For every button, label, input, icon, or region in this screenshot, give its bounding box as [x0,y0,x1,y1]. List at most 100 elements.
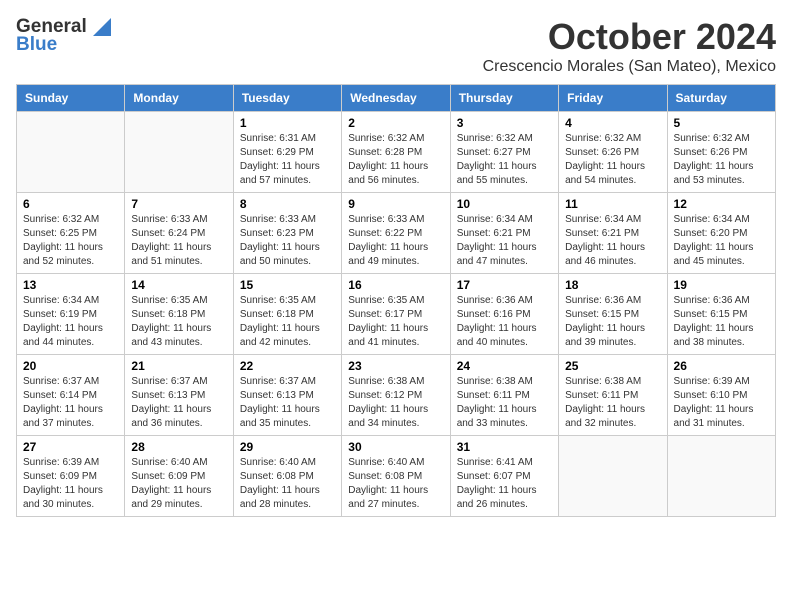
calendar-cell: 15 Sunrise: 6:35 AM Sunset: 6:18 PM Dayli… [233,274,341,355]
calendar-week: 13 Sunrise: 6:34 AM Sunset: 6:19 PM Dayli… [17,274,776,355]
calendar-cell [667,436,775,517]
day-number: 22 [240,359,335,373]
day-header: Wednesday [342,85,450,112]
day-number: 30 [348,440,443,454]
calendar-cell: 14Sunrise: 6:35 AM Sunset: 6:18 PM Dayli… [125,274,233,355]
day-number: 25 [565,359,660,373]
day-info: Sunrise: 6:32 AM Sunset: 6:28 PM Dayligh… [348,132,443,188]
calendar-body: 1Sunrise: 6:31 AM Sunset: 6:29 PM Daylig… [17,112,776,517]
title-area: October 2024 Crescencio Morales (San Mat… [483,16,776,76]
calendar-cell: 16Sunrise: 6:35 AM Sunset: 6:17 PM Dayli… [342,274,450,355]
day-info: Sunrise: 6:38 AM Sunset: 6:11 PM Dayligh… [457,375,552,431]
day-number: 6 [23,197,118,211]
day-info: Sunrise: 6:37 AM Sunset: 6:14 PM Dayligh… [23,375,118,431]
calendar-cell: 11 Sunrise: 6:34 AM Sunset: 6:21 PM Dayli… [559,193,667,274]
calendar-cell: 28Sunrise: 6:40 AM Sunset: 6:09 PM Dayli… [125,436,233,517]
calendar-week: 20 Sunrise: 6:37 AM Sunset: 6:14 PM Dayli… [17,355,776,436]
day-info: Sunrise: 6:37 AM Sunset: 6:13 PM Dayligh… [131,375,226,431]
day-number: 11 [565,197,660,211]
day-info: Sunrise: 6:40 AM Sunset: 6:08 PM Dayligh… [240,456,335,512]
calendar-cell: 7Sunrise: 6:33 AM Sunset: 6:24 PM Daylig… [125,193,233,274]
day-number: 17 [457,278,552,292]
day-info: Sunrise: 6:35 AM Sunset: 6:18 PM Dayligh… [240,294,335,350]
day-number: 27 [23,440,118,454]
day-number: 4 [565,116,660,130]
day-info: Sunrise: 6:37 AM Sunset: 6:13 PM Dayligh… [240,375,335,431]
day-info: Sunrise: 6:33 AM Sunset: 6:23 PM Dayligh… [240,213,335,269]
calendar-cell: 26 Sunrise: 6:39 AM Sunset: 6:10 PM Dayli… [667,355,775,436]
logo-blue: Blue [16,34,57,56]
day-number: 15 [240,278,335,292]
day-number: 1 [240,116,335,130]
day-number: 26 [674,359,769,373]
calendar-cell: 31 Sunrise: 6:41 AM Sunset: 6:07 PM Dayli… [450,436,558,517]
day-info: Sunrise: 6:33 AM Sunset: 6:22 PM Dayligh… [348,213,443,269]
day-info: Sunrise: 6:32 AM Sunset: 6:25 PM Dayligh… [23,213,118,269]
day-header: Tuesday [233,85,341,112]
day-number: 16 [348,278,443,292]
day-info: Sunrise: 6:39 AM Sunset: 6:10 PM Dayligh… [674,375,769,431]
calendar-cell: 9Sunrise: 6:33 AM Sunset: 6:22 PM Daylig… [342,193,450,274]
day-number: 28 [131,440,226,454]
header: General Blue October 2024 Crescencio Mor… [16,16,776,76]
day-number: 8 [240,197,335,211]
calendar-cell: 20 Sunrise: 6:37 AM Sunset: 6:14 PM Dayli… [17,355,125,436]
day-number: 31 [457,440,552,454]
calendar-cell: 17 Sunrise: 6:36 AM Sunset: 6:16 PM Dayli… [450,274,558,355]
day-number: 12 [674,197,769,211]
calendar-cell: 4 Sunrise: 6:32 AM Sunset: 6:26 PM Daylig… [559,112,667,193]
calendar-cell: 2Sunrise: 6:32 AM Sunset: 6:28 PM Daylig… [342,112,450,193]
calendar-cell: 29Sunrise: 6:40 AM Sunset: 6:08 PM Dayli… [233,436,341,517]
calendar-cell: 21 Sunrise: 6:37 AM Sunset: 6:13 PM Dayli… [125,355,233,436]
day-header: Thursday [450,85,558,112]
calendar-week: 1Sunrise: 6:31 AM Sunset: 6:29 PM Daylig… [17,112,776,193]
calendar-week: 6 Sunrise: 6:32 AM Sunset: 6:25 PM Daylig… [17,193,776,274]
day-number: 13 [23,278,118,292]
calendar-cell [17,112,125,193]
day-info: Sunrise: 6:34 AM Sunset: 6:20 PM Dayligh… [674,213,769,269]
calendar-cell [559,436,667,517]
day-info: Sunrise: 6:34 AM Sunset: 6:21 PM Dayligh… [565,213,660,269]
calendar-cell [125,112,233,193]
day-info: Sunrise: 6:39 AM Sunset: 6:09 PM Dayligh… [23,456,118,512]
calendar-cell: 23 Sunrise: 6:38 AM Sunset: 6:12 PM Dayli… [342,355,450,436]
calendar-cell: 3Sunrise: 6:32 AM Sunset: 6:27 PM Daylig… [450,112,558,193]
calendar-cell: 25 Sunrise: 6:38 AM Sunset: 6:11 PM Dayli… [559,355,667,436]
day-info: Sunrise: 6:34 AM Sunset: 6:19 PM Dayligh… [23,294,118,350]
day-number: 24 [457,359,552,373]
calendar-cell: 1Sunrise: 6:31 AM Sunset: 6:29 PM Daylig… [233,112,341,193]
day-number: 21 [131,359,226,373]
day-info: Sunrise: 6:34 AM Sunset: 6:21 PM Dayligh… [457,213,552,269]
day-info: Sunrise: 6:32 AM Sunset: 6:26 PM Dayligh… [674,132,769,188]
day-info: Sunrise: 6:38 AM Sunset: 6:12 PM Dayligh… [348,375,443,431]
calendar-cell: 22 Sunrise: 6:37 AM Sunset: 6:13 PM Dayli… [233,355,341,436]
day-info: Sunrise: 6:33 AM Sunset: 6:24 PM Dayligh… [131,213,226,269]
day-info: Sunrise: 6:38 AM Sunset: 6:11 PM Dayligh… [565,375,660,431]
subtitle: Crescencio Morales (San Mateo), Mexico [483,58,776,76]
day-info: Sunrise: 6:36 AM Sunset: 6:15 PM Dayligh… [674,294,769,350]
day-info: Sunrise: 6:36 AM Sunset: 6:16 PM Dayligh… [457,294,552,350]
day-header: Saturday [667,85,775,112]
day-header: Sunday [17,85,125,112]
day-header: Monday [125,85,233,112]
calendar-cell: 5 Sunrise: 6:32 AM Sunset: 6:26 PM Daylig… [667,112,775,193]
logo-icon [89,18,111,36]
day-number: 20 [23,359,118,373]
day-info: Sunrise: 6:32 AM Sunset: 6:27 PM Dayligh… [457,132,552,188]
day-info: Sunrise: 6:35 AM Sunset: 6:18 PM Dayligh… [131,294,226,350]
day-header: Friday [559,85,667,112]
month-title: October 2024 [483,16,776,58]
calendar-cell: 27 Sunrise: 6:39 AM Sunset: 6:09 PM Dayli… [17,436,125,517]
day-number: 5 [674,116,769,130]
day-number: 23 [348,359,443,373]
day-number: 18 [565,278,660,292]
calendar-cell: 13 Sunrise: 6:34 AM Sunset: 6:19 PM Dayli… [17,274,125,355]
day-info: Sunrise: 6:41 AM Sunset: 6:07 PM Dayligh… [457,456,552,512]
calendar-cell: 18Sunrise: 6:36 AM Sunset: 6:15 PM Dayli… [559,274,667,355]
calendar-week: 27 Sunrise: 6:39 AM Sunset: 6:09 PM Dayli… [17,436,776,517]
calendar: SundayMondayTuesdayWednesdayThursdayFrid… [16,84,776,517]
day-info: Sunrise: 6:40 AM Sunset: 6:08 PM Dayligh… [348,456,443,512]
logo: General Blue [16,16,111,56]
calendar-cell: 12 Sunrise: 6:34 AM Sunset: 6:20 PM Dayli… [667,193,775,274]
day-info: Sunrise: 6:32 AM Sunset: 6:26 PM Dayligh… [565,132,660,188]
